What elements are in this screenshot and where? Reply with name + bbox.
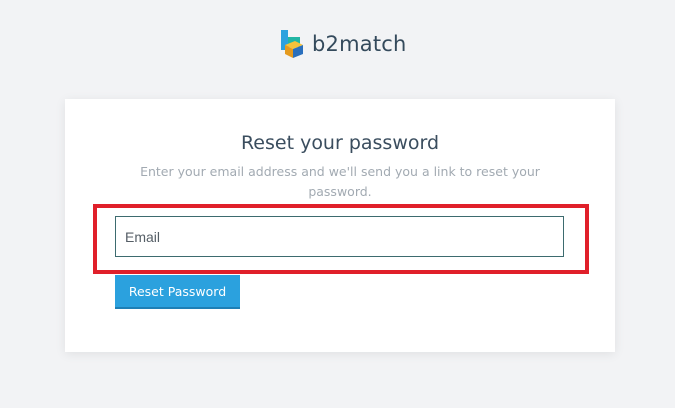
reset-password-card: Reset your password Enter your email add…: [65, 99, 615, 352]
email-input[interactable]: [115, 216, 564, 257]
reset-password-button[interactable]: Reset Password: [115, 275, 240, 309]
b2match-cube-logo-icon: [281, 30, 303, 58]
brand-header: b2match: [279, 28, 407, 60]
page-title: Reset your password: [240, 132, 440, 154]
brand-name: b2match: [312, 32, 407, 56]
instructions-text: Enter your email address and we'll send …: [140, 164, 540, 199]
